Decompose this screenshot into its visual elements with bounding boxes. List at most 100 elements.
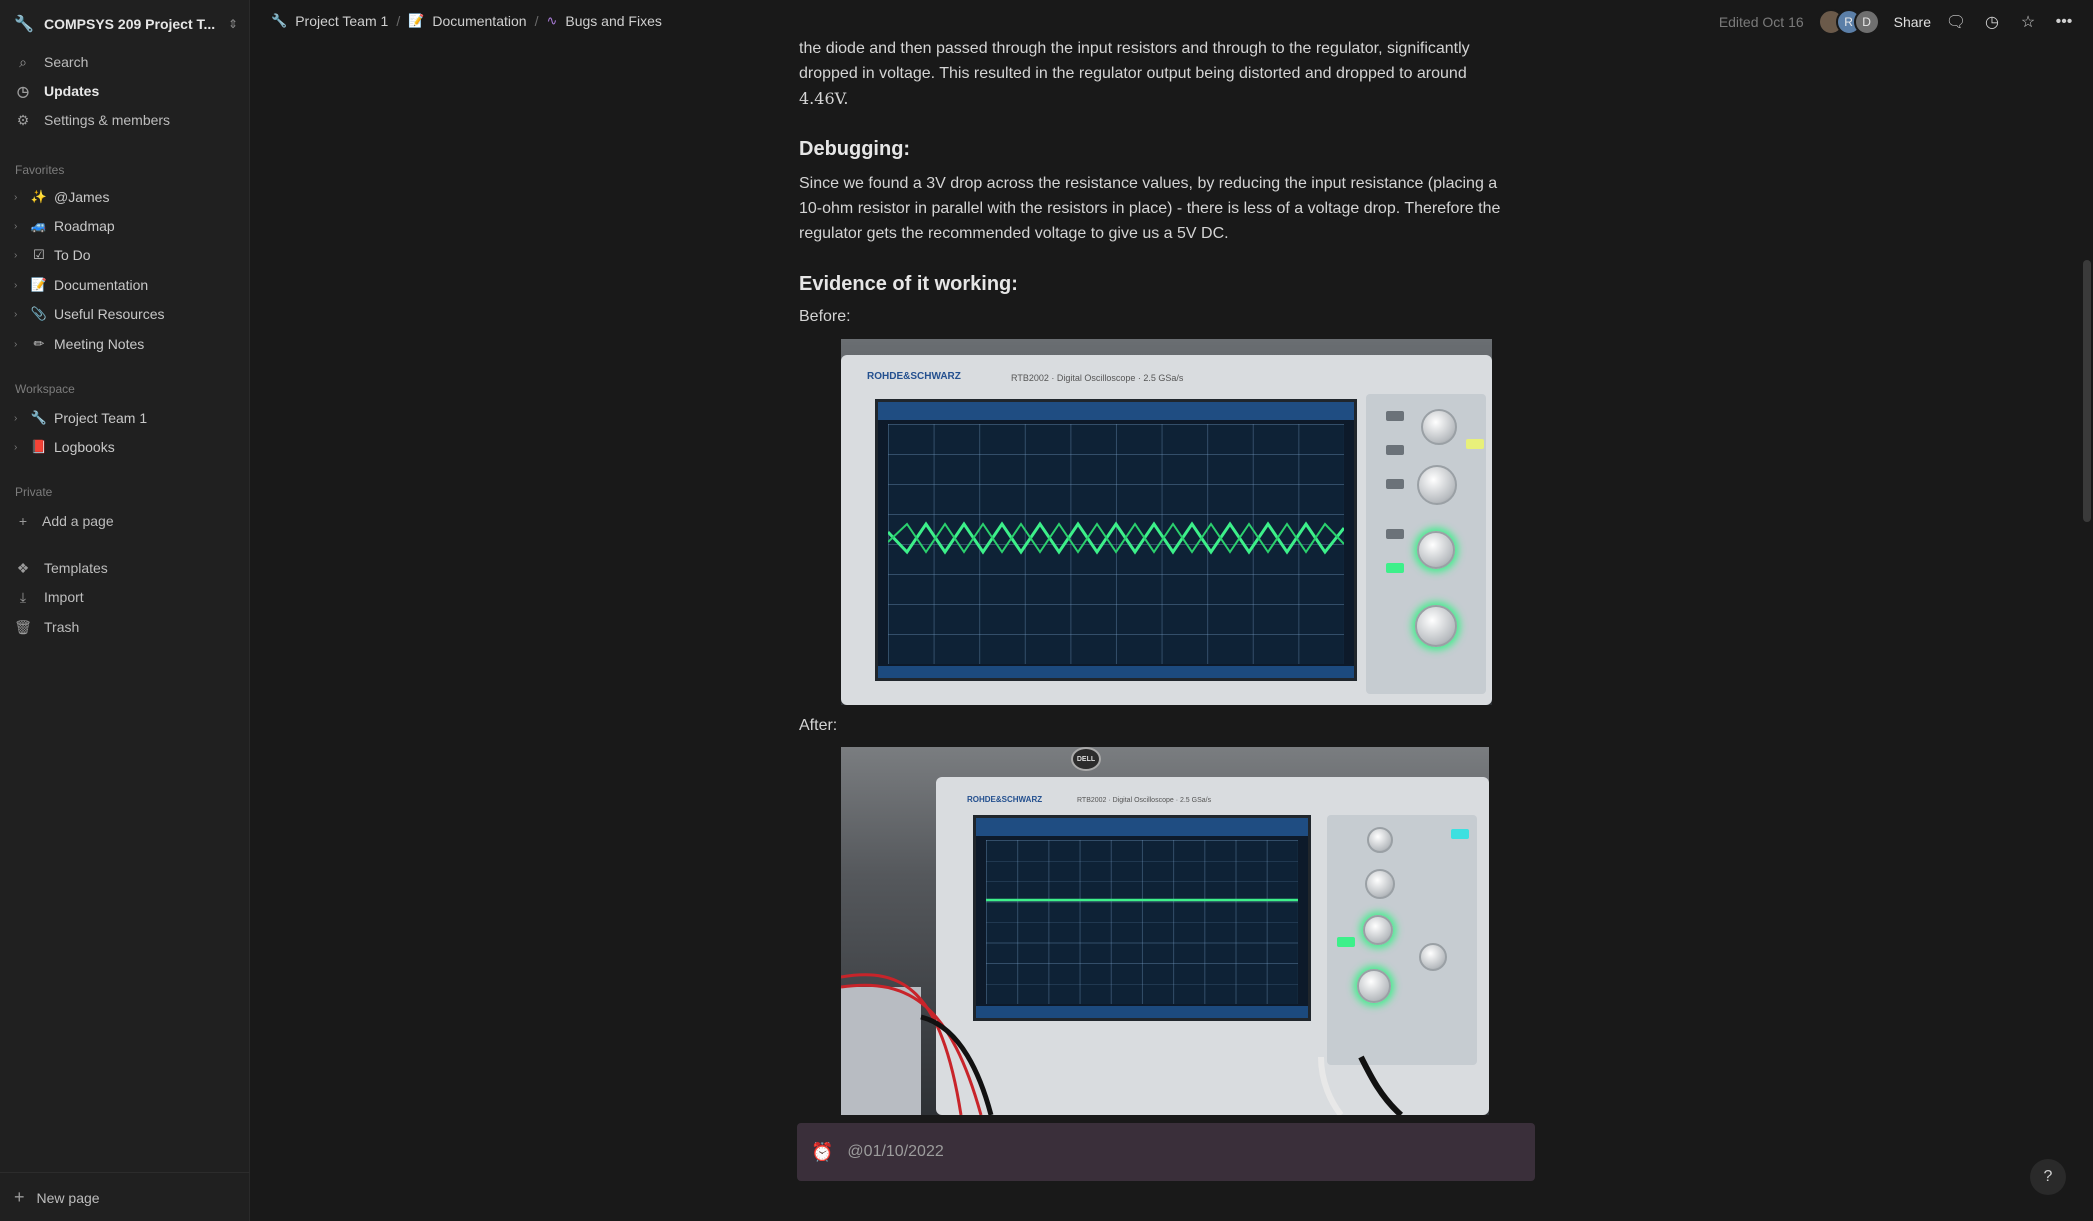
- scope-button: [1451, 829, 1469, 839]
- text-line: 4.46V.: [799, 89, 849, 108]
- star-icon[interactable]: ☆: [2017, 12, 2039, 32]
- scope-knob: [1417, 465, 1457, 505]
- checkbox-icon: ☑: [33, 247, 45, 262]
- add-page-button[interactable]: + Add a page: [14, 508, 238, 534]
- text-line: dropped in voltage. This resulted in the…: [799, 65, 1467, 82]
- share-button[interactable]: Share: [1894, 14, 1931, 30]
- avatar-group[interactable]: R D: [1817, 9, 1880, 35]
- car-icon: 🚙: [30, 218, 48, 233]
- scope-trace-before: [888, 521, 1344, 555]
- sidebar-item-todo[interactable]: › ☑ To Do: [14, 242, 238, 268]
- probe-cables: [841, 973, 1404, 1115]
- scope-model-label: RTB2002 · Digital Oscilloscope · 2.5 GSa…: [1077, 797, 1212, 804]
- before-label[interactable]: Before:: [799, 308, 851, 326]
- chevron-right-icon[interactable]: ›: [14, 442, 24, 453]
- sidebar-item-useful-resources[interactable]: › 📎 Useful Resources: [14, 301, 238, 327]
- workspace-name: COMPSYS 209 Project T...: [44, 16, 216, 32]
- sidebar-item-label: Useful Resources: [54, 306, 165, 322]
- add-page-label: Add a page: [42, 513, 114, 529]
- paperclip-icon: 📎: [30, 306, 48, 321]
- pencil-icon: ✏: [33, 336, 45, 351]
- topbar-actions: Edited Oct 16 R D Share 🗨 ◷ ☆ •••: [1719, 9, 2075, 35]
- breadcrumb-bugs-and-fixes[interactable]: ∿ Bugs and Fixes: [546, 13, 661, 29]
- scope-brand-label: ROHDE&SCHWARZ: [867, 371, 961, 382]
- scope-button: [1386, 563, 1404, 573]
- sidebar-item-label: To Do: [54, 247, 91, 263]
- sidebar-item-updates[interactable]: ◷ Updates: [14, 78, 238, 104]
- breadcrumb-label: Documentation: [432, 13, 527, 29]
- sidebar-item-trash[interactable]: 🗑 Trash: [14, 614, 238, 640]
- sidebar: 🔧 COMPSYS 209 Project T... ⇕ ⌕ Search ◷ …: [0, 0, 250, 1221]
- sidebar-item-label: Meeting Notes: [54, 336, 145, 352]
- reminder-date[interactable]: @01/10/2022: [847, 1143, 943, 1161]
- sidebar-item-meeting-notes[interactable]: › ✏ Meeting Notes: [14, 331, 238, 357]
- sidebar-item-roadmap[interactable]: › 🚙 Roadmap: [14, 213, 238, 239]
- text-block[interactable]: the diode and then passed through the in…: [799, 36, 1536, 111]
- breadcrumb-label: Bugs and Fixes: [565, 13, 662, 29]
- chevron-right-icon[interactable]: ›: [14, 309, 24, 320]
- before-oscilloscope-image[interactable]: ROHDE&SCHWARZ RTB2002 · Digital Oscillos…: [841, 339, 1492, 705]
- sidebar-item-search[interactable]: ⌕ Search: [14, 49, 238, 75]
- scope-knob: [1421, 409, 1457, 445]
- sidebar-item-label: Updates: [44, 83, 100, 99]
- scope-model-label: RTB2002 · Digital Oscilloscope · 2.5 GSa…: [1011, 373, 1184, 383]
- sidebar-item-label: Logbooks: [54, 439, 115, 455]
- sidebar-item-label: @James: [54, 189, 110, 205]
- chevron-right-icon[interactable]: ›: [14, 250, 24, 261]
- help-button[interactable]: ?: [2030, 1159, 2066, 1195]
- breadcrumb-project-team-1[interactable]: 🔧 Project Team 1: [271, 13, 388, 29]
- sidebar-item-label: Documentation: [54, 277, 149, 293]
- scope-knob: [1367, 827, 1393, 853]
- sidebar-item-import[interactable]: ⤓ Import: [14, 584, 238, 610]
- scope-knob: [1415, 605, 1457, 647]
- wrench-icon: 🔧: [30, 410, 48, 425]
- clock-icon: ◷: [16, 82, 30, 99]
- sidebar-item-settings[interactable]: ⚙ Settings & members: [14, 107, 238, 133]
- sidebar-item-james[interactable]: › ✨ @James: [14, 184, 238, 210]
- sidebar-footer: + New page: [0, 1172, 250, 1221]
- breadcrumb-label: Project Team 1: [295, 13, 389, 29]
- sidebar-item-logbooks[interactable]: › 📕 Logbooks: [14, 434, 238, 460]
- breadcrumb: 🔧 Project Team 1 / 📝 Documentation / ∿ B…: [271, 13, 662, 29]
- monitor-stand: DELL: [1071, 747, 1101, 771]
- more-icon[interactable]: •••: [2053, 13, 2075, 31]
- scope-knob: [1417, 531, 1455, 569]
- scope-toolbar: [976, 818, 1308, 836]
- chevron-right-icon[interactable]: ›: [14, 221, 24, 232]
- comment-icon[interactable]: 🗨: [1945, 12, 1967, 32]
- heading-debugging[interactable]: Debugging:: [799, 138, 910, 161]
- new-page-button[interactable]: + New page: [14, 1187, 100, 1208]
- scope-toolbar: [878, 402, 1354, 420]
- sidebar-item-label: Import: [44, 589, 84, 605]
- breadcrumb-documentation[interactable]: 📝 Documentation: [408, 13, 526, 29]
- text-line: the diode and then passed through the in…: [799, 40, 1470, 57]
- stethoscope-icon: ∿: [546, 13, 558, 28]
- sidebar-item-label: Templates: [44, 560, 108, 576]
- chevron-right-icon[interactable]: ›: [14, 413, 24, 424]
- reminder-callout[interactable]: ⏰ @01/10/2022: [797, 1123, 1535, 1181]
- sidebar-item-templates[interactable]: ❖ Templates: [14, 555, 238, 581]
- sidebar-item-documentation[interactable]: › 📝 Documentation: [14, 272, 238, 298]
- after-oscilloscope-image[interactable]: DELL ROHDE&SCHWARZ RTB2002 · Digital Osc…: [841, 747, 1489, 1115]
- after-label[interactable]: After:: [799, 717, 837, 735]
- scope-button: [1466, 439, 1484, 449]
- text-line: regulator gets the recommended voltage t…: [799, 225, 1229, 242]
- avatar: D: [1853, 9, 1880, 35]
- history-icon[interactable]: ◷: [1981, 12, 2003, 32]
- sidebar-item-project-team-1[interactable]: › 🔧 Project Team 1: [14, 405, 238, 431]
- scrollbar-thumb[interactable]: [2083, 260, 2091, 522]
- chevron-right-icon[interactable]: ›: [14, 280, 24, 291]
- chevron-right-icon[interactable]: ›: [14, 192, 24, 203]
- plus-icon: +: [18, 513, 28, 529]
- shapes-icon: ❖: [16, 559, 30, 576]
- chevron-right-icon[interactable]: ›: [14, 339, 24, 350]
- breadcrumb-separator: /: [396, 13, 401, 29]
- scope-statusbar: [878, 666, 1354, 678]
- dell-logo-text: DELL: [1076, 755, 1096, 763]
- text-block[interactable]: Since we found a 3V drop across the resi…: [799, 171, 1536, 246]
- workspace-switcher[interactable]: 🔧 COMPSYS 209 Project T... ⇕: [14, 12, 238, 36]
- heading-evidence[interactable]: Evidence of it working:: [799, 273, 1018, 296]
- sidebar-item-label: Trash: [44, 619, 80, 635]
- scope-button: [1386, 411, 1404, 421]
- text-line: Since we found a 3V drop across the resi…: [799, 175, 1498, 192]
